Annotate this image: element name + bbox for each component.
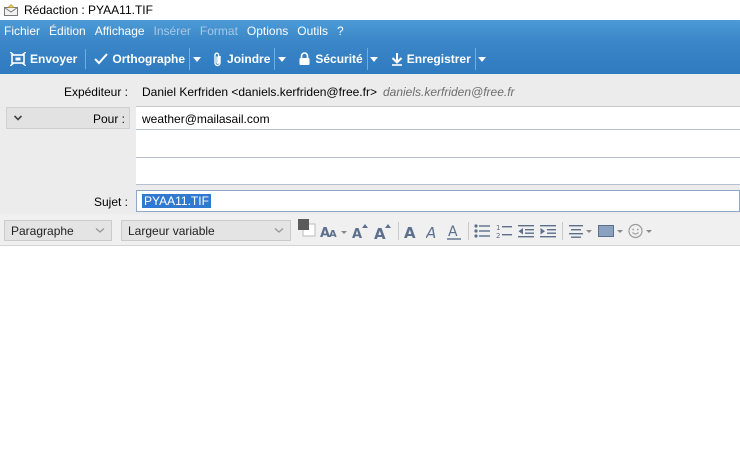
svg-text:A: A xyxy=(426,224,436,239)
chevron-down-icon xyxy=(478,56,487,62)
chevron-down-icon xyxy=(192,56,201,62)
bullet-list-icon[interactable] xyxy=(474,222,490,240)
recipient-address[interactable]: weather@mailasail.com xyxy=(142,112,270,126)
window-title: Rédaction : PYAA11.TIF xyxy=(24,3,153,17)
font-family-select[interactable]: Largeur variable xyxy=(121,220,291,241)
insert-image-icon[interactable] xyxy=(598,222,624,240)
paperclip-icon xyxy=(214,52,221,66)
chevron-down-icon xyxy=(274,227,284,233)
recipient-divider xyxy=(136,157,740,158)
toolbar-separator xyxy=(85,49,87,69)
save-label: Enregistrer xyxy=(406,52,471,66)
message-body-editor[interactable] xyxy=(0,247,740,460)
download-arrow-icon xyxy=(391,53,402,66)
save-button[interactable]: Enregistrer xyxy=(387,47,475,71)
format-toolbar: Paragraphe Largeur variable AA A A A A A… xyxy=(0,214,740,246)
svg-text:A: A xyxy=(448,224,458,240)
chevron-down-icon xyxy=(277,56,286,62)
lock-icon xyxy=(299,52,310,65)
toolbar-separator xyxy=(398,222,399,240)
italic-icon[interactable]: A xyxy=(426,222,440,240)
underline-icon[interactable]: A xyxy=(447,222,461,240)
menu-outils[interactable]: Outils xyxy=(297,24,328,38)
recipient-type-select[interactable]: Pour : xyxy=(6,107,130,129)
bold-icon[interactable]: A xyxy=(404,222,418,240)
recipient-divider xyxy=(136,184,740,185)
chevron-down-icon xyxy=(95,227,105,233)
toolbar-separator xyxy=(468,222,469,240)
send-button[interactable]: Envoyer xyxy=(6,47,81,71)
svg-text:A: A xyxy=(374,225,386,240)
sender-row: Expéditeur : Daniel Kerfriden <daniels.k… xyxy=(0,82,740,102)
compose-toolbar: Envoyer Orthographe Joindre Sécurité Enr… xyxy=(0,45,740,73)
align-icon[interactable] xyxy=(569,222,593,240)
menu-affichage[interactable]: Affichage xyxy=(95,24,145,38)
security-button[interactable]: Sécurité xyxy=(294,47,366,71)
recipient-divider xyxy=(136,129,740,130)
sender-identity: Daniel Kerfriden <daniels.kerfriden@free… xyxy=(142,85,377,99)
recipient-list[interactable]: weather@mailasail.com xyxy=(136,106,740,185)
attach-label: Joindre xyxy=(227,52,271,66)
message-header: Expéditeur : Daniel Kerfriden <daniels.k… xyxy=(0,74,740,214)
text-color-icon[interactable] xyxy=(297,219,317,237)
paragraph-style-value: Paragraphe xyxy=(11,223,74,238)
font-family-value: Largeur variable xyxy=(128,223,215,238)
security-dropdown[interactable] xyxy=(366,48,381,70)
save-dropdown[interactable] xyxy=(474,48,489,70)
menu-bar: Fichier Édition Affichage Insérer Format… xyxy=(0,20,353,42)
smiley-icon[interactable] xyxy=(628,222,654,240)
spelling-dropdown[interactable] xyxy=(189,48,203,70)
paragraph-style-select[interactable]: Paragraphe xyxy=(4,220,112,241)
menu-options[interactable]: Options xyxy=(247,24,288,38)
menu-fichier[interactable]: Fichier xyxy=(4,24,40,38)
menu-help[interactable]: ? xyxy=(337,24,344,38)
chevron-down-icon xyxy=(13,115,23,121)
attach-button[interactable]: Joindre xyxy=(209,47,274,71)
spelling-button[interactable]: Orthographe xyxy=(90,47,189,71)
sender-label: Expéditeur : xyxy=(63,85,128,99)
attach-dropdown[interactable] xyxy=(274,48,288,70)
envelope-icon xyxy=(4,4,18,16)
svg-text:A: A xyxy=(352,227,362,239)
outdent-icon[interactable] xyxy=(518,222,534,240)
svg-text:1: 1 xyxy=(496,224,500,232)
recipient-type-label: Pour : xyxy=(92,112,125,126)
menu-toolbar-region: Fichier Édition Affichage Insérer Format… xyxy=(0,20,740,74)
sender-select[interactable]: Daniel Kerfriden <daniels.kerfriden@free… xyxy=(142,85,515,99)
menu-edition[interactable]: Édition xyxy=(49,24,86,38)
security-label: Sécurité xyxy=(315,52,363,66)
title-bar: Rédaction : PYAA11.TIF xyxy=(0,0,740,20)
font-size-largest-icon[interactable]: A xyxy=(374,222,392,240)
toolbar-separator xyxy=(562,222,563,240)
numbered-list-icon[interactable]: 12 xyxy=(496,222,512,240)
indent-icon[interactable] xyxy=(540,222,556,240)
svg-text:A: A xyxy=(404,224,416,239)
svg-text:2: 2 xyxy=(496,232,500,239)
send-icon xyxy=(10,52,26,66)
font-size-smaller-icon[interactable]: AA xyxy=(320,222,348,240)
sender-alias: daniels.kerfriden@free.fr xyxy=(382,85,515,99)
subject-input[interactable]: PYAA11.TIF xyxy=(136,190,740,212)
menu-format[interactable]: Format xyxy=(200,24,238,38)
checkmark-icon xyxy=(94,53,109,65)
menu-inserer[interactable]: Insérer xyxy=(154,24,191,38)
svg-text:A: A xyxy=(329,229,337,238)
font-size-increase-icon[interactable]: A xyxy=(352,222,368,240)
spelling-label: Orthographe xyxy=(112,52,186,66)
send-label: Envoyer xyxy=(30,52,78,66)
subject-selected-text: PYAA11.TIF xyxy=(142,194,211,208)
subject-label: Sujet : xyxy=(93,195,128,209)
chevron-down-icon xyxy=(370,56,379,62)
